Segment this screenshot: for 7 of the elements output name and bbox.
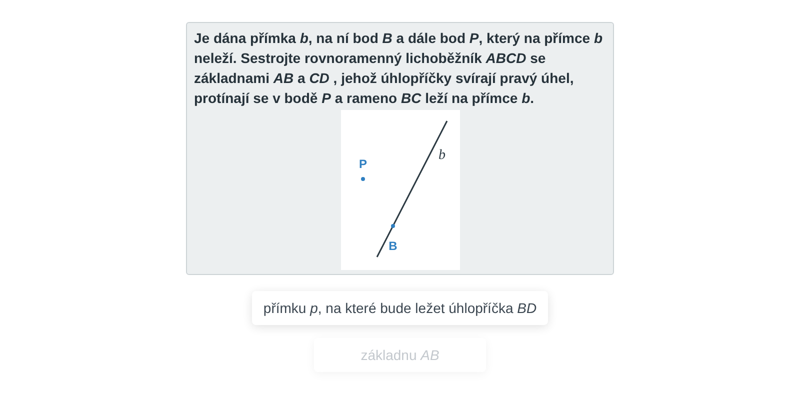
line-label: b [438, 148, 445, 163]
problem-text: Je dána přímka b, na ní bod B a dále bod P, který na přímce b neleží. Sestrojte rovnoramenný lichoběžník ABCD se základnami AB a CD , jehož úhlopříčky svírají pravý úhel, protínají se v bodě P a rameno BC leží na přímce b. [194, 29, 604, 108]
point-dot [390, 224, 394, 228]
point-label: B [388, 239, 397, 253]
point-label: P [358, 157, 366, 171]
point-dot [360, 177, 364, 181]
answer-option[interactable]: přímku p, na které bude ležet úhlopříčka BD [252, 291, 548, 325]
